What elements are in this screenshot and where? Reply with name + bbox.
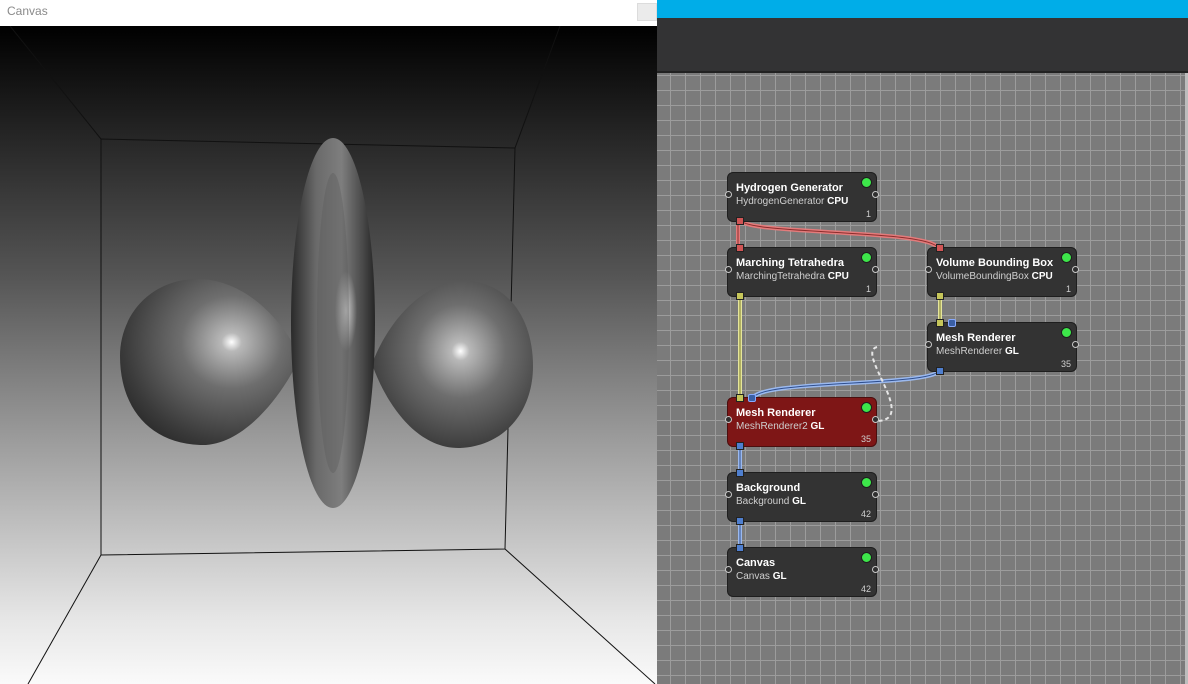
node-count: 42 (860, 509, 871, 519)
node-count: 35 (1060, 359, 1071, 369)
link-port-left[interactable] (725, 266, 732, 273)
canvas-window-title: Canvas (7, 4, 48, 18)
mesh-outport[interactable] (936, 292, 944, 300)
link-port-right[interactable] (872, 191, 879, 198)
node-class: MeshRenderer2 GL (736, 421, 825, 432)
node-title: Canvas (736, 557, 776, 569)
canvas-window: Canvas (0, 0, 657, 684)
node-canvas[interactable]: Canvas Canvas GL 42 (725, 544, 879, 597)
status-indicator-icon (861, 177, 872, 188)
orbital-lobe-left (120, 278, 300, 446)
node-count: 42 (860, 584, 871, 594)
node-mesh-renderer[interactable]: Mesh Renderer MeshRenderer GL 35 (925, 319, 1079, 375)
node-hydrogen-generator[interactable]: Hydrogen Generator HydrogenGenerator CPU… (725, 172, 879, 225)
node-title: Hydrogen Generator (736, 182, 843, 194)
image-inport[interactable] (736, 469, 744, 477)
node-class: Background GL (736, 496, 807, 507)
link-port-left[interactable] (725, 416, 732, 423)
node-title: Background (736, 482, 801, 494)
node-count: 1 (1065, 284, 1071, 294)
mesh-inport[interactable] (736, 394, 744, 402)
link-port-right[interactable] (872, 491, 879, 498)
link-port-right[interactable] (872, 266, 879, 273)
node-title: Mesh Renderer (736, 407, 816, 419)
node-volume-bounding-box[interactable]: Volume Bounding Box VolumeBoundingBox CP… (925, 244, 1079, 300)
maximize-button[interactable] (637, 3, 657, 21)
node-title: Marching Tetrahedra (736, 257, 844, 269)
volume-outport[interactable] (736, 217, 744, 225)
node-class: Canvas GL (736, 571, 787, 582)
node-count: 35 (860, 434, 871, 444)
rendered-scene (9, 26, 656, 684)
link-port-left[interactable] (925, 341, 932, 348)
link-port-right[interactable] (1072, 266, 1079, 273)
volume-inport[interactable] (936, 244, 944, 252)
image-inport[interactable] (736, 544, 744, 552)
image-outport[interactable] (736, 442, 744, 450)
image-outport[interactable] (736, 517, 744, 525)
node-count: 1 (865, 284, 871, 294)
node-class: VolumeBoundingBox CPU (936, 271, 1053, 282)
orbital-lobe-right (372, 281, 533, 449)
image-outport[interactable] (936, 367, 944, 375)
link-port-left[interactable] (925, 266, 932, 273)
status-indicator-icon (1061, 327, 1072, 338)
status-indicator-icon (1061, 252, 1072, 263)
status-indicator-icon (861, 252, 872, 263)
status-indicator-icon (861, 402, 872, 413)
node-class: MeshRenderer GL (936, 346, 1019, 357)
node-title: Mesh Renderer (936, 332, 1016, 344)
node-background[interactable]: Background Background GL 42 (725, 469, 879, 525)
status-indicator-icon (861, 552, 872, 563)
image-inport[interactable] (748, 394, 756, 402)
status-indicator-icon (861, 477, 872, 488)
link-port-left[interactable] (725, 566, 732, 573)
canvas-titlebar[interactable]: Canvas (0, 0, 657, 26)
render-viewport[interactable] (0, 26, 657, 684)
node-mesh-renderer-2[interactable]: Mesh Renderer MeshRenderer2 GL 35 (725, 394, 879, 450)
link-port-right[interactable] (872, 566, 879, 573)
node-class: HydrogenGenerator CPU (736, 196, 849, 207)
node-count: 1 (865, 209, 871, 219)
volume-inport[interactable] (736, 244, 744, 252)
node-title: Volume Bounding Box (936, 257, 1054, 269)
link-port-left[interactable] (725, 191, 732, 198)
node-class: MarchingTetrahedra CPU (736, 271, 849, 282)
image-inport[interactable] (948, 319, 956, 327)
link-port-right[interactable] (1072, 341, 1079, 348)
node-marching-tetrahedra[interactable]: Marching Tetrahedra MarchingTetrahedra C… (725, 244, 879, 300)
link-port-right[interactable] (872, 416, 879, 423)
mesh-outport[interactable] (736, 292, 744, 300)
mesh-inport[interactable] (936, 319, 944, 327)
network-editor-panel: Hydrogen Generator HydrogenGenerator CPU… (657, 0, 1188, 684)
link-port-left[interactable] (725, 491, 732, 498)
